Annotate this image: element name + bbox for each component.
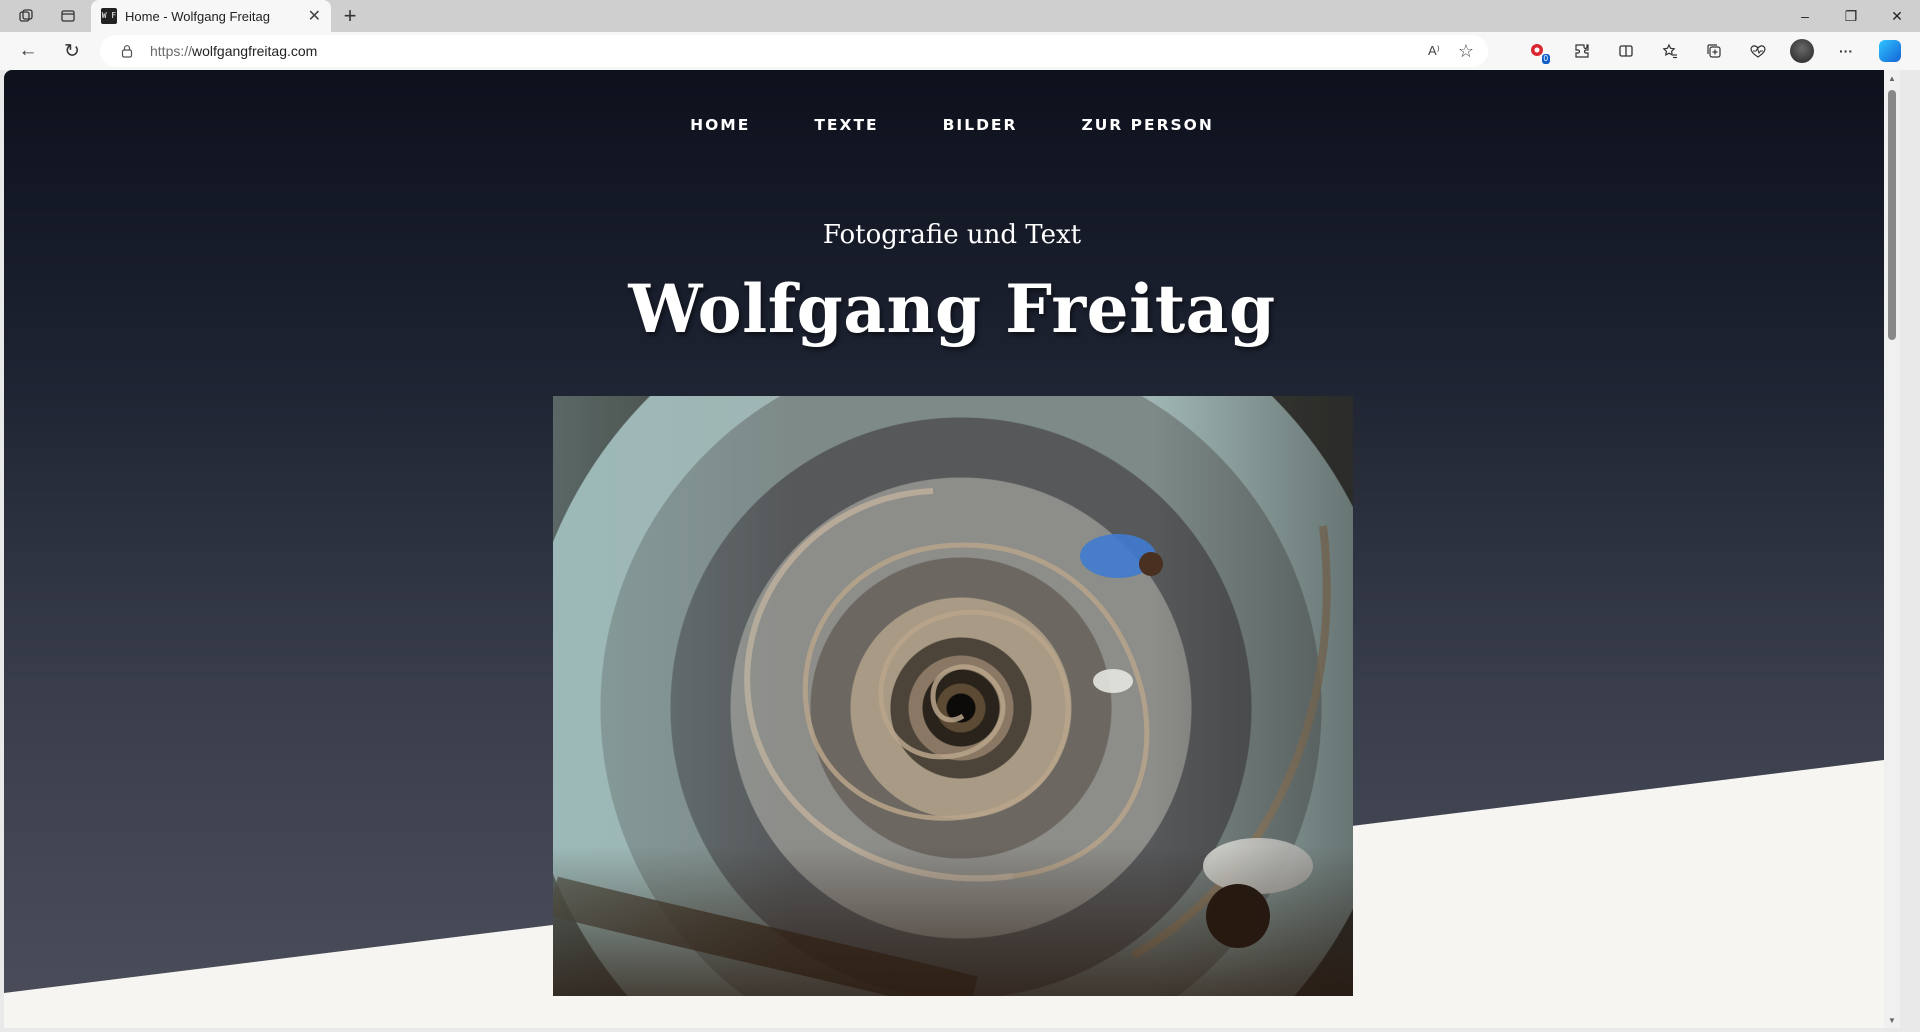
workspaces-icon[interactable] bbox=[10, 0, 42, 32]
scroll-up-arrow-icon[interactable]: ▲ bbox=[1884, 70, 1900, 86]
hero-photo-spiral-staircase bbox=[553, 396, 1353, 996]
refresh-button[interactable]: ↻ bbox=[56, 35, 88, 67]
extension-badge-icon[interactable]: 0 bbox=[1516, 35, 1560, 67]
url-protocol: https:// bbox=[150, 43, 193, 59]
profile-avatar[interactable] bbox=[1780, 35, 1824, 67]
restore-button[interactable]: ❐ bbox=[1828, 0, 1874, 32]
nav-zur-person[interactable]: ZUR PERSON bbox=[1081, 116, 1213, 134]
photo-vignette bbox=[553, 396, 1353, 996]
extension-icons: 0 ··· bbox=[1516, 35, 1912, 67]
nav-bilder[interactable]: BILDER bbox=[943, 116, 1018, 134]
browser-essentials-icon[interactable] bbox=[1736, 35, 1780, 67]
window-controls: – ❐ ✕ bbox=[1782, 0, 1920, 32]
close-tab-icon[interactable]: ✕ bbox=[308, 6, 321, 26]
tab-title: Home - Wolfgang Freitag bbox=[125, 8, 270, 24]
browser-toolbar: ← ↻ https:// wolfgangfreitag.com A⁾ ☆ 0 bbox=[0, 32, 1920, 70]
nav-texte[interactable]: TEXTE bbox=[814, 116, 878, 134]
scrollbar-thumb[interactable] bbox=[1888, 90, 1896, 340]
collections-icon[interactable] bbox=[1692, 35, 1736, 67]
back-button[interactable]: ← bbox=[12, 35, 44, 67]
copilot-logo bbox=[1879, 40, 1901, 62]
tab-home[interactable]: W F Home - Wolfgang Freitag ✕ bbox=[91, 0, 331, 32]
favorites-icon[interactable] bbox=[1648, 35, 1692, 67]
site-favicon-icon: W F bbox=[101, 8, 117, 24]
lock-icon[interactable] bbox=[116, 40, 138, 62]
favorite-star-icon[interactable]: ☆ bbox=[1458, 41, 1474, 62]
minimize-button[interactable]: – bbox=[1782, 0, 1828, 32]
scroll-down-arrow-icon[interactable]: ▼ bbox=[1884, 1012, 1900, 1028]
site-navigation: HOME TEXTE BILDER ZUR PERSON bbox=[4, 116, 1900, 134]
read-aloud-icon[interactable]: A⁾ bbox=[1428, 43, 1440, 59]
more-menu-button[interactable]: ··· bbox=[1824, 35, 1868, 67]
extension-count-badge: 0 bbox=[1541, 54, 1550, 64]
address-bar[interactable]: https:// wolfgangfreitag.com A⁾ ☆ bbox=[100, 35, 1488, 67]
copilot-icon[interactable] bbox=[1868, 35, 1912, 67]
page-scrollbar[interactable]: ▲ ▼ bbox=[1884, 70, 1900, 1028]
site-title: Wolfgang Freitag bbox=[628, 270, 1276, 348]
avatar-image bbox=[1790, 39, 1814, 63]
close-window-button[interactable]: ✕ bbox=[1874, 0, 1920, 32]
tab-actions-icon[interactable] bbox=[52, 0, 84, 32]
page-viewport: HOME TEXTE BILDER ZUR PERSON Fotografie … bbox=[4, 70, 1900, 1028]
address-bar-actions: A⁾ ☆ bbox=[1428, 35, 1474, 67]
browser-titlebar: W F Home - Wolfgang Freitag ✕ + – ❐ ✕ bbox=[0, 0, 1920, 32]
extensions-puzzle-icon[interactable] bbox=[1560, 35, 1604, 67]
split-screen-icon[interactable] bbox=[1604, 35, 1648, 67]
new-tab-button[interactable]: + bbox=[334, 0, 366, 32]
site-subtitle: Fotografie und Text bbox=[822, 220, 1082, 250]
nav-home[interactable]: HOME bbox=[690, 116, 750, 134]
url-domain: wolfgangfreitag.com bbox=[192, 43, 318, 59]
